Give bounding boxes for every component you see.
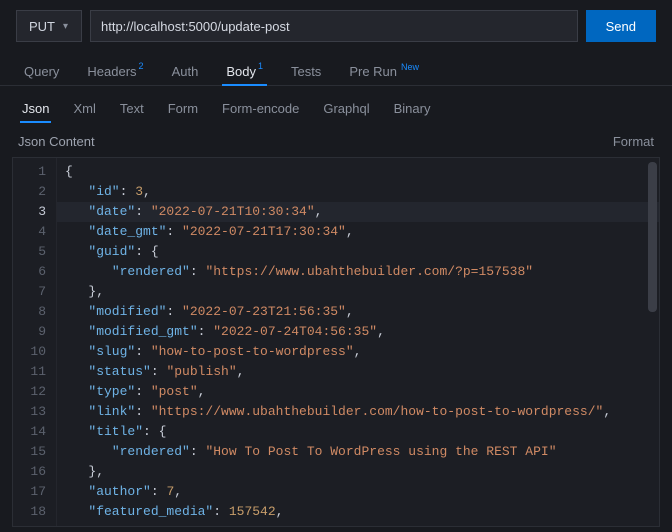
line-number: 17	[19, 482, 46, 502]
code-line[interactable]: "rendered": "https://www.ubahthebuilder.…	[65, 262, 611, 282]
subtab-binary[interactable]: Binary	[392, 97, 433, 122]
line-number: 2	[19, 182, 46, 202]
tab-query[interactable]: Query	[20, 58, 63, 85]
subtab-xml[interactable]: Xml	[71, 97, 97, 122]
code-line[interactable]: },	[65, 282, 611, 302]
code-line[interactable]: "title": {	[65, 422, 611, 442]
tab-tests[interactable]: Tests	[287, 58, 325, 85]
new-badge: New	[401, 62, 419, 72]
headers-count-badge: 2	[139, 62, 144, 71]
code-line[interactable]: "date": "2022-07-21T10:30:34",	[57, 202, 660, 222]
code-line[interactable]: "id": 3,	[65, 182, 611, 202]
line-number: 18	[19, 502, 46, 522]
send-button[interactable]: Send	[586, 10, 656, 42]
code-line[interactable]: {	[65, 162, 611, 182]
line-number: 6	[19, 262, 46, 282]
subtab-json[interactable]: Json	[20, 97, 51, 122]
line-number: 3	[19, 202, 46, 222]
line-number: 8	[19, 302, 46, 322]
tab-body[interactable]: Body1	[222, 58, 267, 85]
line-number: 9	[19, 322, 46, 342]
line-number: 5	[19, 242, 46, 262]
line-number: 15	[19, 442, 46, 462]
body-type-tabs: Json Xml Text Form Form-encode Graphql B…	[0, 86, 672, 122]
tab-prerun[interactable]: Pre RunNew	[345, 58, 423, 85]
url-input[interactable]	[90, 10, 578, 42]
line-number: 13	[19, 402, 46, 422]
line-number: 7	[19, 282, 46, 302]
code-line[interactable]: "rendered": "How To Post To WordPress us…	[65, 442, 611, 462]
code-line[interactable]: },	[65, 462, 611, 482]
tab-auth[interactable]: Auth	[168, 58, 203, 85]
code-line[interactable]: "date_gmt": "2022-07-21T17:30:34",	[65, 222, 611, 242]
code-line[interactable]: "guid": {	[65, 242, 611, 262]
code-line[interactable]: "modified_gmt": "2022-07-24T04:56:35",	[65, 322, 611, 342]
scrollbar-thumb[interactable]	[648, 162, 657, 312]
json-editor[interactable]: 123456789101112131415161718 { "id": 3, "…	[12, 157, 660, 527]
content-title: Json Content	[18, 134, 95, 149]
tab-headers[interactable]: Headers2	[83, 58, 147, 85]
line-number: 11	[19, 362, 46, 382]
code-line[interactable]: "type": "post",	[65, 382, 611, 402]
body-count-badge: 1	[258, 62, 263, 71]
line-number: 4	[19, 222, 46, 242]
line-number: 1	[19, 162, 46, 182]
subtab-form[interactable]: Form	[166, 97, 200, 122]
subtab-form-encode[interactable]: Form-encode	[220, 97, 301, 122]
code-area[interactable]: { "id": 3, "date": "2022-07-21T10:30:34"…	[57, 158, 619, 526]
line-number: 16	[19, 462, 46, 482]
subtab-text[interactable]: Text	[118, 97, 146, 122]
request-tabs: Query Headers2 Auth Body1 Tests Pre RunN…	[0, 48, 672, 86]
code-line[interactable]: "link": "https://www.ubahthebuilder.com/…	[65, 402, 611, 422]
format-button[interactable]: Format	[613, 134, 654, 149]
line-number: 12	[19, 382, 46, 402]
code-line[interactable]: "author": 7,	[65, 482, 611, 502]
subtab-graphql[interactable]: Graphql	[321, 97, 371, 122]
code-line[interactable]: "slug": "how-to-post-to-wordpress",	[65, 342, 611, 362]
code-line[interactable]: "featured_media": 157542,	[65, 502, 611, 522]
code-line[interactable]: "status": "publish",	[65, 362, 611, 382]
method-select[interactable]: PUT ▾	[16, 10, 82, 42]
code-line[interactable]: "modified": "2022-07-23T21:56:35",	[65, 302, 611, 322]
line-gutter: 123456789101112131415161718	[13, 158, 57, 526]
method-value: PUT	[29, 19, 55, 34]
line-number: 10	[19, 342, 46, 362]
line-number: 14	[19, 422, 46, 442]
chevron-down-icon: ▾	[63, 21, 68, 32]
